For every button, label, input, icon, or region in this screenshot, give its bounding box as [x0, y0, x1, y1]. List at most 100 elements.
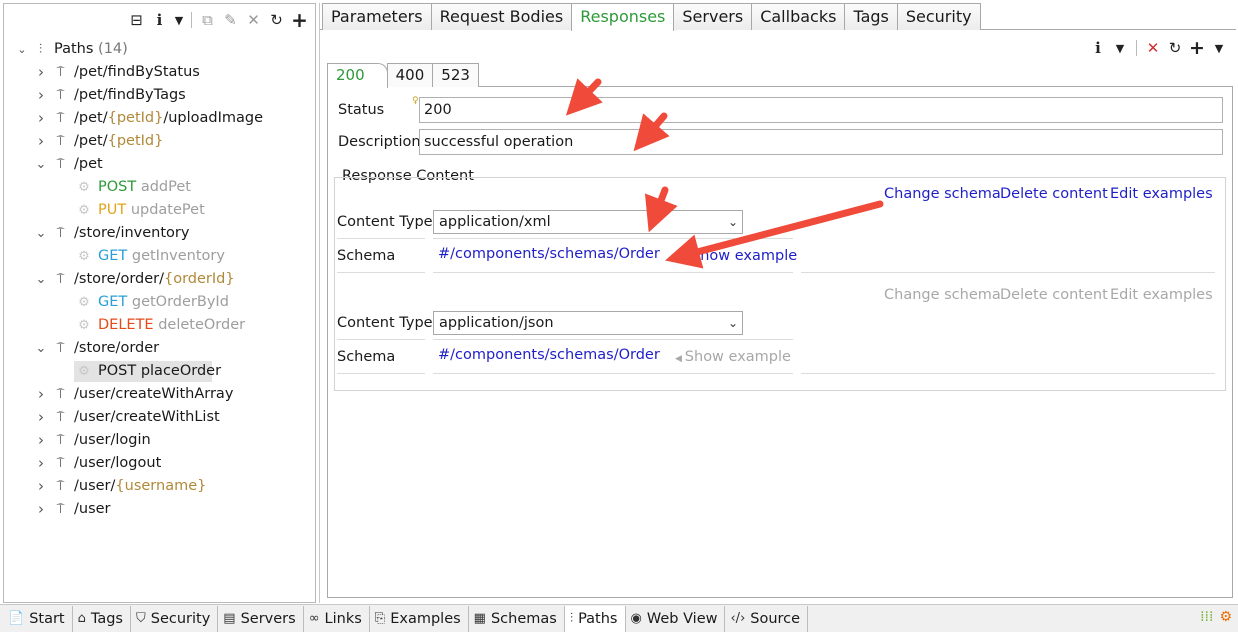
bottom-tab-servers[interactable]: ▤ Servers: [218, 606, 304, 632]
chevron-right-icon[interactable]: ›: [35, 452, 47, 475]
tree-path-item[interactable]: › ⍑ /user/createWithArray: [4, 383, 315, 406]
tree-operation-item[interactable]: ⚙ POST addPet: [4, 176, 315, 199]
info-icon[interactable]: i: [1090, 39, 1106, 57]
chevron-right-icon[interactable]: ›: [35, 107, 47, 130]
show-example-toggle[interactable]: ◀ Show example: [675, 349, 791, 365]
chevron-down-icon[interactable]: ⌄: [35, 153, 47, 176]
change-schema-link[interactable]: Change schema: [884, 287, 1001, 303]
content-type-select[interactable]: application/json ⌄: [433, 311, 743, 335]
schema-label: Schema: [337, 248, 396, 264]
bottom-tab-schemas[interactable]: ▦ Schemas: [469, 606, 565, 632]
tab-request-bodies[interactable]: Request Bodies: [430, 3, 573, 30]
operation-gear-icon: ⚙: [78, 295, 90, 310]
dropdown-icon[interactable]: ▼: [1211, 42, 1227, 55]
content-type-value: application/json: [439, 315, 554, 331]
tab-parameters[interactable]: Parameters: [322, 3, 432, 30]
delete-content-link[interactable]: Delete content: [1000, 287, 1108, 303]
response-tab-400[interactable]: 400: [386, 63, 434, 87]
show-example-toggle[interactable]: Show example: [691, 248, 797, 264]
paths-tree-panel: ⊟ i ▼ ⧉ ✎ ✕ ↻ + ⌄ ⫶ Paths (14) › ⍑ /pet/fi…: [3, 3, 316, 603]
tree-root-paths[interactable]: ⌄ ⫶ Paths (14): [4, 38, 315, 61]
info-icon[interactable]: i: [150, 10, 169, 30]
chevron-down-icon[interactable]: ⌄: [35, 268, 47, 291]
divider: [337, 339, 425, 340]
tree-path-label: /user/createWithArray: [74, 386, 234, 402]
content-type-select[interactable]: application/xml ⌄: [433, 210, 743, 234]
chevron-right-icon[interactable]: ›: [35, 406, 47, 429]
bottom-tab-start[interactable]: 📄 Start: [3, 606, 73, 632]
tree-path-label: /user/login: [74, 432, 151, 448]
chevron-right-icon[interactable]: ›: [35, 429, 47, 452]
gear-status-icon[interactable]: ⚙: [1219, 609, 1232, 625]
paths-icon: ⫶: [569, 611, 574, 626]
tree-path-item[interactable]: › ⍑ /user/login: [4, 429, 315, 452]
description-field[interactable]: successful operation: [419, 129, 1223, 155]
schema-link[interactable]: #/components/schemas/Order: [438, 347, 660, 363]
chevron-right-icon[interactable]: ›: [35, 130, 47, 153]
edit-examples-link[interactable]: Edit examples: [1110, 287, 1213, 303]
tree-operation-item[interactable]: ⚙ POST placeOrder: [4, 360, 315, 383]
tree-path-item[interactable]: ⌄ ⍑ /store/inventory: [4, 222, 315, 245]
add-icon[interactable]: +: [1189, 37, 1205, 59]
dropdown-icon[interactable]: ▼: [173, 10, 185, 30]
tree-path-item[interactable]: › ⍑ /pet/findByStatus: [4, 61, 315, 84]
edit-examples-link[interactable]: Edit examples: [1110, 186, 1213, 202]
tree-path-label: /pet/findByStatus: [74, 64, 200, 80]
copy-icon[interactable]: ⧉: [198, 10, 217, 30]
tab-callbacks[interactable]: Callbacks: [751, 3, 846, 30]
bottom-tab-examples[interactable]: ⎘ Examples: [370, 606, 469, 632]
tree-path-item[interactable]: › ⍑ /user/{username}: [4, 475, 315, 498]
delete-icon[interactable]: ✕: [1145, 39, 1161, 57]
collapse-all-icon[interactable]: ⊟: [127, 10, 146, 30]
bottom-tab-links[interactable]: ∞ Links: [304, 606, 370, 632]
chevron-down-icon[interactable]: ⌄: [35, 222, 47, 245]
tree-path-item[interactable]: ⌄ ⍑ /store/order/{orderId}: [4, 268, 315, 291]
delete-icon[interactable]: ✕: [244, 10, 263, 30]
refresh-icon[interactable]: ↻: [267, 10, 286, 30]
bottom-tab-tags[interactable]: ⌂ Tags: [73, 606, 131, 632]
response-tab-523[interactable]: 523: [432, 63, 479, 87]
start-icon: 📄: [8, 611, 25, 626]
tree-operation-item[interactable]: ⚙ GET getInventory: [4, 245, 315, 268]
tab-servers[interactable]: Servers: [673, 3, 753, 30]
chevron-down-icon[interactable]: ⌄: [35, 337, 47, 360]
bottom-tab-web-view[interactable]: ◉ Web View: [626, 606, 726, 632]
tree-toolbar: ⊟ i ▼ ⧉ ✎ ✕ ↻ +: [127, 8, 309, 32]
tree-operation-item[interactable]: ⚙ GET getOrderById: [4, 291, 315, 314]
bottom-tab-source[interactable]: ‹/› Source: [725, 606, 809, 632]
grid-status-icon[interactable]: ⁞⁞⁞: [1200, 609, 1213, 625]
schema-link[interactable]: #/components/schemas/Order: [438, 246, 660, 262]
chevron-right-icon[interactable]: ›: [35, 383, 47, 406]
examples-icon: ⎘: [374, 611, 386, 626]
chevron-right-icon[interactable]: ›: [35, 498, 47, 521]
tree-operation-item[interactable]: ⚙ PUT updatePet: [4, 199, 315, 222]
tree-operation-item[interactable]: ⚙ DELETE deleteOrder: [4, 314, 315, 337]
status-field[interactable]: 200: [419, 97, 1223, 123]
tab-security[interactable]: Security: [896, 3, 981, 30]
change-schema-link[interactable]: Change schema: [884, 186, 1001, 202]
refresh-icon[interactable]: ↻: [1167, 39, 1183, 57]
edit-icon[interactable]: ✎: [221, 10, 240, 30]
bottom-tab-security[interactable]: ⛉ Security: [131, 606, 219, 632]
tree-path-item[interactable]: › ⍑ /user: [4, 498, 315, 521]
add-icon[interactable]: +: [290, 8, 309, 32]
tree-path-item[interactable]: › ⍑ /pet/{petId}: [4, 130, 315, 153]
path-segment: /user/: [74, 478, 116, 494]
chevron-right-icon[interactable]: ›: [35, 61, 47, 84]
chevron-right-icon[interactable]: ›: [35, 84, 47, 107]
tree-path-item[interactable]: ⌄ ⍑ /store/order: [4, 337, 315, 360]
bottom-tab-paths[interactable]: ⫶ Paths: [564, 606, 626, 632]
response-tab-200[interactable]: 200: [327, 63, 388, 88]
delete-content-link[interactable]: Delete content: [1000, 186, 1108, 202]
dropdown-icon[interactable]: ▼: [1112, 42, 1128, 55]
tree-path-item[interactable]: › ⍑ /user/createWithList: [4, 406, 315, 429]
tab-responses[interactable]: Responses: [571, 3, 675, 31]
chevron-right-icon[interactable]: ›: [35, 475, 47, 498]
tab-tags[interactable]: Tags: [844, 3, 898, 30]
chevron-down-icon[interactable]: ⌄: [16, 38, 28, 61]
divider: [433, 272, 793, 273]
tree-path-item[interactable]: › ⍑ /pet/findByTags: [4, 84, 315, 107]
tree-path-item[interactable]: › ⍑ /user/logout: [4, 452, 315, 475]
tree-path-item[interactable]: › ⍑ /pet/{petId}/uploadImage: [4, 107, 315, 130]
tree-path-item[interactable]: ⌄ ⍑ /pet: [4, 153, 315, 176]
